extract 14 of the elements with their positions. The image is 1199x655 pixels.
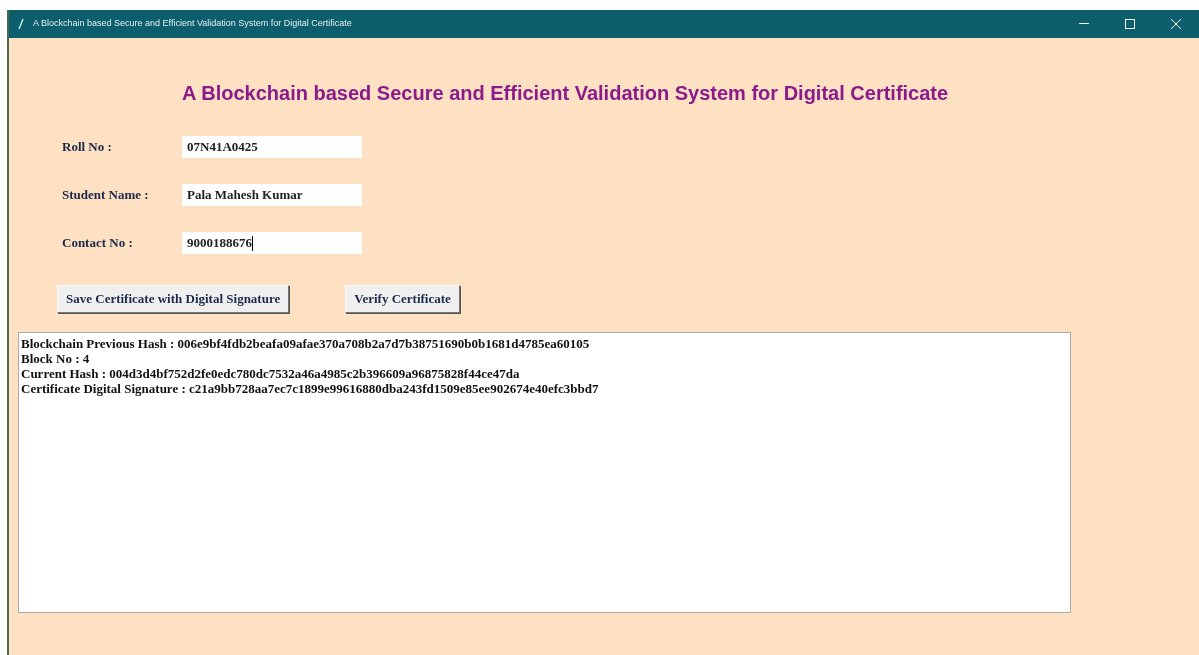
input-field[interactable]: 07N41A0425	[182, 136, 362, 158]
minimize-icon	[1079, 23, 1089, 25]
field-label: Contact No :	[62, 234, 134, 253]
action-button[interactable]: Save Certificate with Digital Signature	[57, 285, 290, 313]
app-heading: A Blockchain based Secure and Efficient Validation System for Digital Certificate	[182, 81, 949, 106]
field-label: Roll No :	[62, 138, 113, 157]
input-field[interactable]: Pala Mahesh Kumar	[182, 184, 362, 206]
close-icon	[1171, 19, 1181, 29]
maximize-icon	[1125, 19, 1135, 29]
window-title: A Blockchain based Secure and Efficient Validation System for Digital Certificate	[33, 17, 352, 31]
output-text-area[interactable]: Blockchain Previous Hash : 006e9bf4fdb2beafa09afae370a708b2a7d7b38751690b0b1681d4785ea60105 Block No : 4 Current Hash : 004d3d4bf752d2fe0edc780dc7532a46a4985c2b396609a96875828f44ce47da Certificate Digital Signature : c21a9bb728aa7ec7c1899e99616880dba243fd1509e85ee902674e40efc3bbd7	[18, 332, 1071, 613]
field-label: Student Name :	[62, 186, 150, 205]
input-field[interactable]: 9000188676	[182, 232, 362, 254]
action-button[interactable]: Verify Certificate	[345, 285, 460, 313]
